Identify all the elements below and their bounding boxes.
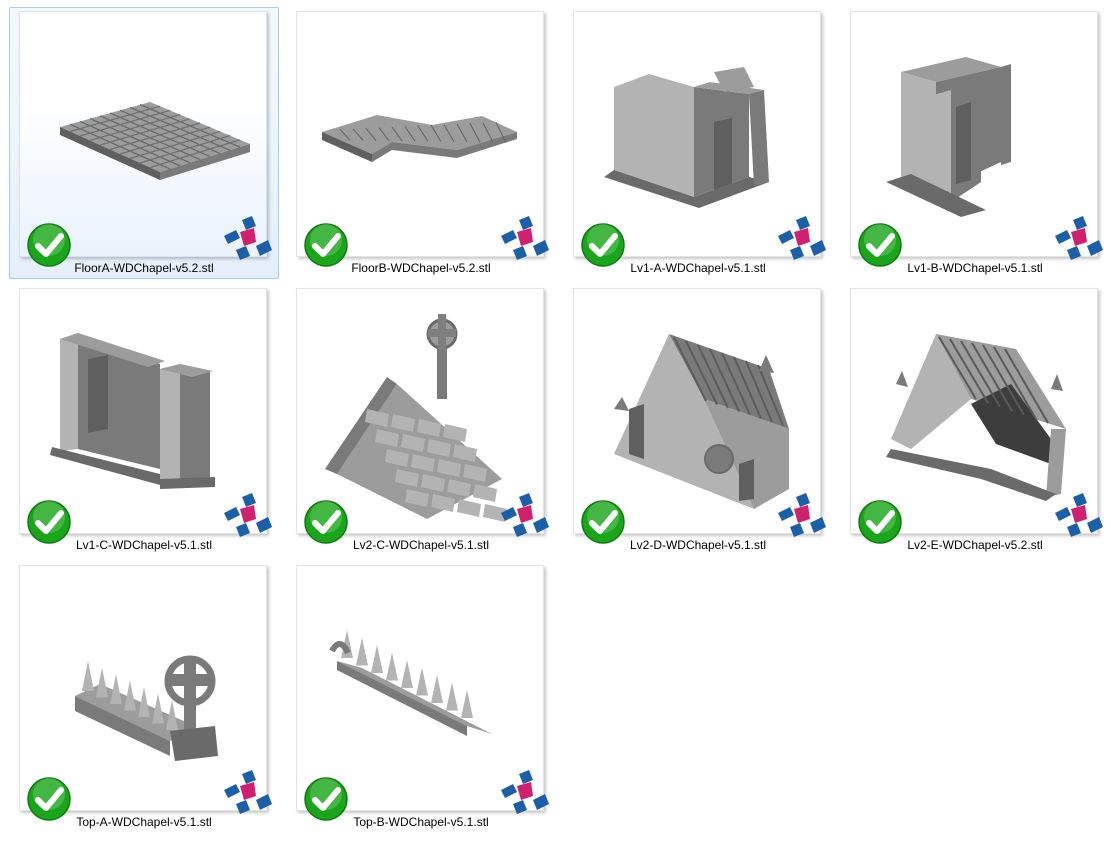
file-thumbnail (850, 11, 1103, 267)
file-tile[interactable]: Lv1-A-WDChapel-v5.1.stl (563, 7, 833, 279)
file-tile[interactable]: Lv1-B-WDChapel-v5.1.stl (840, 7, 1110, 279)
file-thumbnail (296, 11, 549, 267)
file-name: FloorA-WDChapel-v5.2.stl (74, 261, 214, 275)
app-logo-icon (501, 216, 549, 260)
file-tile[interactable]: Top-B-WDChapel-v5.1.stl (286, 561, 556, 833)
file-tile[interactable]: Top-A-WDChapel-v5.1.stl (9, 561, 279, 833)
file-name: Lv1-B-WDChapel-v5.1.stl (907, 261, 1043, 275)
file-thumbnail (573, 11, 826, 267)
file-thumbnail (296, 565, 549, 821)
file-name: Lv1-A-WDChapel-v5.1.stl (630, 261, 766, 275)
file-thumbnail (19, 288, 272, 544)
file-name: Top-B-WDChapel-v5.1.stl (353, 815, 489, 829)
file-name: FloorB-WDChapel-v5.2.stl (351, 261, 491, 275)
app-logo-icon (224, 493, 272, 537)
file-thumbnail (19, 11, 272, 267)
app-logo-icon (778, 493, 826, 537)
app-logo-icon (501, 493, 549, 537)
file-tile[interactable]: FloorA-WDChapel-v5.2.stl (9, 7, 279, 279)
file-name: Lv2-D-WDChapel-v5.1.stl (629, 538, 767, 552)
file-thumbnail-grid: FloorA-WDChapel-v5.2.stl FloorB-WDChapel-… (0, 0, 1111, 841)
app-logo-icon (224, 216, 272, 260)
app-logo-icon (224, 770, 272, 814)
app-logo-icon (778, 216, 826, 260)
file-name: Lv2-E-WDChapel-v5.2.stl (907, 538, 1043, 552)
file-tile[interactable]: Lv2-C-WDChapel-v5.1.stl (286, 284, 556, 556)
file-tile[interactable]: FloorB-WDChapel-v5.2.stl (286, 7, 556, 279)
app-logo-icon (1055, 216, 1103, 260)
file-name: Lv2-C-WDChapel-v5.1.stl (352, 538, 490, 552)
file-tile[interactable]: Lv1-C-WDChapel-v5.1.stl (9, 284, 279, 556)
file-thumbnail (573, 288, 826, 544)
file-thumbnail (19, 565, 272, 821)
file-tile[interactable]: Lv2-D-WDChapel-v5.1.stl (563, 284, 833, 556)
file-thumbnail (296, 288, 549, 544)
file-tile[interactable]: Lv2-E-WDChapel-v5.2.stl (840, 284, 1110, 556)
app-logo-icon (501, 770, 549, 814)
file-name: Lv1-C-WDChapel-v5.1.stl (75, 538, 213, 552)
app-logo-icon (1055, 493, 1103, 537)
file-thumbnail (850, 288, 1103, 544)
file-name: Top-A-WDChapel-v5.1.stl (76, 815, 212, 829)
